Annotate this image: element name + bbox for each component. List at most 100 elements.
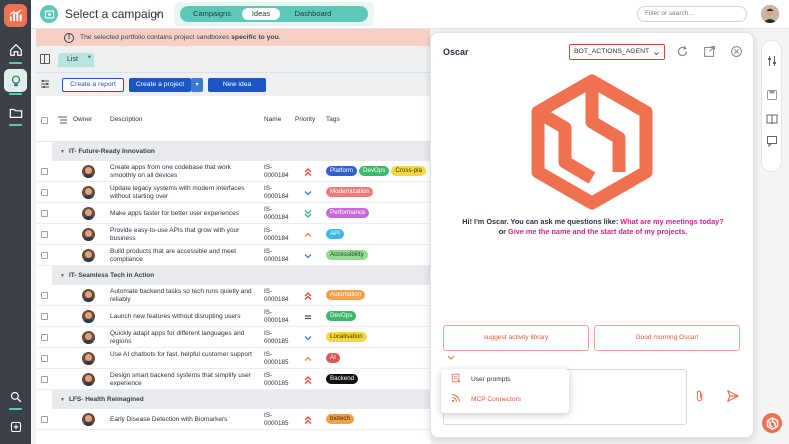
new-idea-button[interactable]: New idea: [208, 78, 266, 92]
book-icon[interactable]: [766, 113, 778, 125]
chevron-down-icon[interactable]: ▾: [191, 78, 203, 92]
row-description[interactable]: Make apps faster for better user experie…: [110, 210, 258, 218]
row-name: IS-0000184: [264, 185, 289, 200]
priority-high-icon: [303, 415, 313, 425]
row-name: IS-0000184: [264, 309, 289, 324]
panel-toggle-icon[interactable]: [40, 54, 50, 64]
row-checkbox[interactable]: [41, 292, 48, 299]
menu-item-user-prompts[interactable]: User prompts: [451, 373, 511, 387]
search-icon[interactable]: [4, 385, 27, 408]
save-icon[interactable]: [766, 89, 778, 101]
group-header[interactable]: ▼ IT- Seamless Tech in Action: [52, 266, 430, 285]
row-tags: Performance: [326, 208, 430, 220]
column-tags[interactable]: Tags: [326, 116, 340, 123]
campaign-selector[interactable]: Select a campaign: [65, 7, 164, 21]
row-checkbox[interactable]: [41, 231, 48, 238]
prompts-icon: [451, 373, 461, 383]
row-description[interactable]: Provide easy-to-use APIs that grow with …: [110, 227, 258, 242]
row-description[interactable]: Design smart backend systems that simpli…: [110, 372, 258, 387]
tab-ideas[interactable]: Ideas: [242, 8, 280, 20]
row-checkbox[interactable]: [41, 376, 48, 383]
chevron-down-icon: [653, 49, 660, 63]
priority-low-icon: [303, 188, 313, 198]
row-description[interactable]: Create apps from one codebase that work …: [110, 164, 258, 179]
table-row[interactable]: Quickly adapt apps for different languag…: [36, 327, 430, 348]
agent-select[interactable]: BOT_ACTIONS_AGENT: [569, 44, 665, 60]
row-description[interactable]: Automate backend tasks so tech runs quie…: [110, 288, 258, 303]
comment-icon[interactable]: [766, 135, 778, 148]
row-description[interactable]: Build products that are accessible and m…: [110, 248, 258, 263]
chevron-down-icon[interactable]: ▼: [60, 391, 65, 410]
send-icon[interactable]: [726, 389, 740, 405]
tag-badge: Backend: [326, 374, 359, 384]
table-row[interactable]: Create apps from one codebase that work …: [36, 161, 430, 182]
search-input[interactable]: Filter or search...: [637, 6, 747, 22]
add-icon[interactable]: [4, 415, 27, 438]
create-project-button[interactable]: Create a project: [129, 78, 191, 92]
oscar-greeting: Hi! I'm Oscar. You can ask me questions …: [462, 217, 724, 236]
settings-icon[interactable]: [766, 55, 778, 67]
chevron-down-icon[interactable]: [153, 9, 162, 20]
close-icon[interactable]: [730, 45, 744, 59]
table-row[interactable]: Make apps faster for better user experie…: [36, 203, 430, 224]
refresh-icon[interactable]: [676, 45, 690, 59]
row-checkbox[interactable]: [41, 355, 48, 362]
attach-icon[interactable]: [695, 390, 705, 404]
example-question-link[interactable]: What are my meetings today?: [620, 217, 723, 226]
row-checkbox[interactable]: [41, 168, 48, 175]
suggestion-button[interactable]: suggest activity library: [443, 325, 589, 351]
chevron-down-icon[interactable]: ▼: [60, 143, 65, 162]
row-checkbox[interactable]: [41, 252, 48, 259]
menu-item-mcp-connectors[interactable]: MCP Connectors: [451, 393, 521, 407]
row-description[interactable]: Launch new features without disrupting u…: [110, 313, 258, 321]
row-checkbox[interactable]: [41, 334, 48, 341]
tab-dashboard[interactable]: Dashboard: [284, 8, 342, 20]
tab-campaigns[interactable]: Campaigns: [186, 8, 238, 20]
table-row[interactable]: Early Disease Detection with Biomarkers I…: [36, 409, 430, 430]
group-rows-icon[interactable]: [58, 116, 67, 126]
oscar-launcher-button[interactable]: [762, 413, 782, 433]
table-row[interactable]: Build products that are accessible and m…: [36, 245, 430, 266]
lightbulb-icon[interactable]: [4, 69, 27, 92]
open-external-icon[interactable]: [703, 45, 717, 59]
table-row[interactable]: Launch new features without disrupting u…: [36, 306, 430, 327]
home-icon[interactable]: [4, 38, 27, 61]
suggestion-button[interactable]: Good morning Oscar!: [594, 325, 740, 351]
user-avatar[interactable]: [761, 5, 779, 23]
tag-badge: Localisation: [326, 332, 367, 342]
nav-indicator: [9, 62, 22, 64]
table-row[interactable]: Use AI chatbots for fast, helpful custom…: [36, 348, 430, 369]
row-description[interactable]: Use AI chatbots for fast, helpful custom…: [110, 351, 258, 359]
row-checkbox[interactable]: [41, 313, 48, 320]
group-header[interactable]: ▼ LFS- Health Reimagined: [52, 390, 430, 409]
chevron-down-icon[interactable]: [447, 355, 455, 363]
row-name: IS-0000185: [264, 372, 289, 387]
row-tags: AI: [326, 353, 430, 365]
table-row[interactable]: Design smart backend systems that simpli…: [36, 369, 430, 390]
select-all-checkbox[interactable]: [41, 117, 48, 124]
app-logo-icon[interactable]: [4, 4, 27, 27]
column-owner[interactable]: Owner: [73, 116, 92, 123]
avatar: [82, 331, 95, 344]
table-row[interactable]: Update legacy systems with modern interf…: [36, 182, 430, 203]
column-priority[interactable]: Priority: [295, 116, 315, 123]
tab-list[interactable]: List *: [58, 53, 94, 67]
group-header[interactable]: ▼ IT- Future-Ready Innovation: [52, 142, 430, 161]
table-row[interactable]: Provide easy-to-use APIs that grow with …: [36, 224, 430, 245]
row-name: IS-0000184: [264, 227, 289, 242]
row-checkbox[interactable]: [41, 210, 48, 217]
avatar: [82, 186, 95, 199]
row-description[interactable]: Quickly adapt apps for different languag…: [110, 330, 258, 345]
chevron-down-icon[interactable]: ▼: [60, 267, 65, 286]
column-name[interactable]: Name: [264, 116, 281, 123]
create-report-button[interactable]: Create a report: [62, 78, 124, 92]
table-row[interactable]: Automate backend tasks so tech runs quie…: [36, 285, 430, 306]
column-description[interactable]: Description: [110, 116, 143, 123]
row-description[interactable]: Update legacy systems with modern interf…: [110, 185, 258, 200]
filter-settings-icon[interactable]: [40, 79, 50, 89]
folder-icon[interactable]: [4, 101, 27, 124]
example-question-link[interactable]: Give me the name and the start date of m…: [508, 227, 687, 236]
row-description[interactable]: Early Disease Detection with Biomarkers: [110, 416, 258, 424]
row-checkbox[interactable]: [41, 189, 48, 196]
row-checkbox[interactable]: [41, 416, 48, 423]
